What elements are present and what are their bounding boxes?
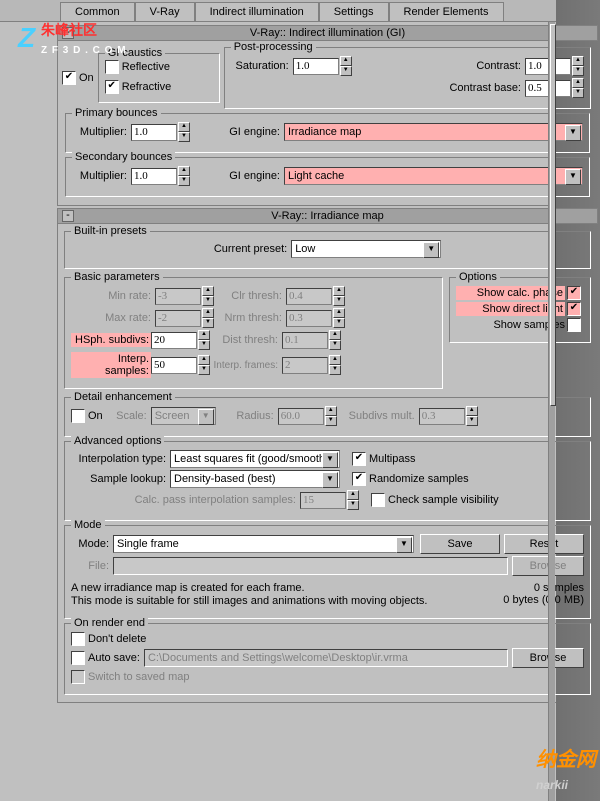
group-primary-bounces: Primary bounces bbox=[72, 107, 161, 119]
chevron-down-icon: ▼ bbox=[322, 452, 338, 468]
calc-pass-spinner[interactable]: 15▲▼ bbox=[300, 490, 359, 510]
hint-text: A new irradiance map is created for each… bbox=[71, 582, 503, 608]
hsph-spinner[interactable]: 20▲▼ bbox=[151, 330, 210, 350]
file-label: File: bbox=[71, 560, 113, 572]
subdivs-mult-label: Subdivs mult. bbox=[337, 410, 419, 422]
watermark-bottom: 纳金网narkii bbox=[536, 743, 596, 795]
group-detail-enhancement: Detail enhancement bbox=[71, 391, 175, 403]
contrast-label: Contrast: bbox=[352, 60, 525, 72]
group-advanced-options: Advanced options bbox=[71, 435, 164, 447]
dist-thresh-label: Dist thresh: bbox=[210, 334, 282, 346]
hsph-label: HSph. subdivs: bbox=[71, 333, 151, 347]
saturation-label: Saturation: bbox=[231, 60, 293, 72]
primary-mult-spinner[interactable]: 1.0▲▼ bbox=[131, 122, 190, 142]
tab-indirect-illumination[interactable]: Indirect illumination bbox=[195, 2, 319, 21]
chevron-down-icon: ▼ bbox=[423, 242, 439, 258]
auto-save-path[interactable]: C:\Documents and Settings\welcome\Deskto… bbox=[144, 649, 508, 667]
sample-lookup-dropdown[interactable]: Density-based (best)▼ bbox=[170, 470, 340, 488]
switch-saved-checkbox[interactable]: Switch to saved map bbox=[71, 670, 190, 684]
group-post-processing: Post-processing bbox=[231, 41, 316, 53]
rollout-gi-header[interactable]: -V-Ray:: Indirect illumination (GI) bbox=[57, 25, 598, 41]
tab-common[interactable]: Common bbox=[60, 2, 135, 21]
chevron-down-icon: ▼ bbox=[396, 537, 412, 553]
interp-samples-spinner[interactable]: 50▲▼ bbox=[151, 355, 210, 375]
file-field[interactable] bbox=[113, 557, 508, 575]
chevron-down-icon: ▼ bbox=[565, 169, 581, 185]
nrm-thresh-label: Nrm thresh: bbox=[214, 312, 286, 324]
group-on-render-end: On render end bbox=[71, 617, 148, 629]
sample-lookup-label: Sample lookup: bbox=[71, 473, 170, 485]
interp-type-dropdown[interactable]: Least squares fit (good/smooth▼ bbox=[170, 450, 340, 468]
reset-button[interactable]: Reset bbox=[504, 534, 584, 554]
dist-thresh-spinner[interactable]: 0.1▲▼ bbox=[282, 330, 341, 350]
refractive-checkbox[interactable]: ✔Refractive bbox=[105, 80, 172, 94]
group-options: Options bbox=[456, 271, 500, 283]
current-preset-label: Current preset: bbox=[214, 243, 291, 255]
check-visibility-checkbox[interactable]: Check sample visibility bbox=[371, 493, 499, 507]
tab-bar: Common V-Ray Indirect illumination Setti… bbox=[0, 0, 600, 22]
interp-frames-label: Interp. frames: bbox=[210, 360, 282, 371]
on-checkbox[interactable]: ✔On bbox=[62, 71, 94, 85]
chevron-down-icon: ▼ bbox=[322, 472, 338, 488]
secondary-mult-spinner[interactable]: 1.0▲▼ bbox=[131, 166, 190, 186]
mode-label: Mode: bbox=[71, 538, 113, 550]
scale-label: Scale: bbox=[103, 410, 151, 422]
secondary-engine-dropdown[interactable]: Light cache▼ bbox=[284, 167, 583, 185]
randomize-checkbox[interactable]: ✔Randomize samples bbox=[352, 472, 469, 486]
show-calc-checkbox[interactable]: ✔ bbox=[567, 286, 584, 300]
chevron-down-icon: ▼ bbox=[198, 409, 214, 425]
interp-type-label: Interpolation type: bbox=[71, 453, 170, 465]
watermark-top: Z 朱峰社区Z F 3 D . C O M bbox=[18, 20, 127, 56]
scrollbar[interactable] bbox=[548, 22, 555, 801]
preset-dropdown[interactable]: Low▼ bbox=[291, 240, 441, 258]
radius-label: Radius: bbox=[216, 410, 278, 422]
clr-thresh-label: Clr thresh: bbox=[214, 290, 286, 302]
tab-render-elements[interactable]: Render Elements bbox=[389, 2, 504, 21]
max-rate-label: Max rate: bbox=[71, 312, 155, 324]
dont-delete-checkbox[interactable]: Don't delete bbox=[71, 632, 146, 646]
secondary-mult-label: Multiplier: bbox=[72, 170, 131, 182]
mode-dropdown[interactable]: Single frame▼ bbox=[113, 535, 414, 553]
samples-info: 0 samples bbox=[503, 582, 584, 594]
multipass-checkbox[interactable]: ✔Multipass bbox=[352, 452, 415, 466]
show-direct-checkbox[interactable]: ✔ bbox=[567, 302, 584, 316]
collapse-icon[interactable]: - bbox=[62, 210, 74, 222]
bytes-info: 0 bytes (0.0 MB) bbox=[503, 594, 584, 606]
group-mode: Mode bbox=[71, 519, 105, 531]
tab-vray[interactable]: V-Ray bbox=[135, 2, 195, 21]
scale-dropdown[interactable]: Screen▼ bbox=[151, 407, 216, 425]
interp-frames-spinner[interactable]: 2▲▼ bbox=[282, 355, 341, 375]
reflective-checkbox[interactable]: Reflective bbox=[105, 60, 170, 74]
detail-on-checkbox[interactable]: On bbox=[71, 409, 103, 423]
interp-samples-label: Interp. samples: bbox=[71, 352, 151, 378]
group-basic-parameters: Basic parameters bbox=[71, 271, 163, 283]
group-builtin-presets: Built-in presets bbox=[71, 225, 150, 237]
nrm-thresh-spinner[interactable]: 0.3▲▼ bbox=[286, 308, 345, 328]
chevron-down-icon: ▼ bbox=[565, 125, 581, 141]
subdivs-mult-spinner[interactable]: 0.3▲▼ bbox=[419, 406, 478, 426]
saturation-spinner[interactable]: 1.0▲▼ bbox=[293, 56, 352, 76]
radius-spinner[interactable]: 60.0▲▼ bbox=[278, 406, 337, 426]
min-rate-spinner[interactable]: -3▲▼ bbox=[155, 286, 214, 306]
save-button[interactable]: Save bbox=[420, 534, 500, 554]
clr-thresh-spinner[interactable]: 0.4▲▼ bbox=[286, 286, 345, 306]
calc-pass-label: Calc. pass interpolation samples: bbox=[71, 494, 300, 506]
primary-engine-dropdown[interactable]: Irradiance map▼ bbox=[284, 123, 583, 141]
auto-save-checkbox[interactable]: Auto save: bbox=[71, 651, 140, 665]
show-samples-checkbox[interactable] bbox=[567, 318, 584, 332]
min-rate-label: Min rate: bbox=[71, 290, 155, 302]
primary-engine-label: GI engine: bbox=[190, 126, 284, 138]
scroll-thumb[interactable] bbox=[550, 24, 556, 406]
primary-mult-label: Multiplier: bbox=[72, 126, 131, 138]
secondary-engine-label: GI engine: bbox=[190, 170, 284, 182]
max-rate-spinner[interactable]: -2▲▼ bbox=[155, 308, 214, 328]
contrast-base-label: Contrast base: bbox=[449, 82, 525, 94]
rollout-irr-header[interactable]: -V-Ray:: Irradiance map bbox=[57, 208, 598, 224]
group-secondary-bounces: Secondary bounces bbox=[72, 151, 175, 163]
tab-settings[interactable]: Settings bbox=[319, 2, 389, 21]
